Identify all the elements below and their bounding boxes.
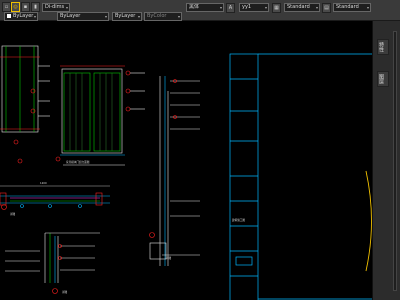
wardrobe-elevation-title: 家具模块门组立面图 [66, 160, 90, 164]
tablestyle-button[interactable]: ▦ [272, 3, 281, 13]
lineweight-select[interactable]: ByLayer ▾ [112, 12, 142, 21]
open-file-button[interactable]: ▪ [21, 2, 30, 12]
model-space-background [0, 21, 372, 300]
textstyle-select[interactable]: Standard ▾ [333, 3, 371, 12]
plotstyle-select[interactable]: ByColor ▾ [144, 12, 182, 21]
right-tool-palette: 特性 图层 [372, 21, 400, 300]
style-icon: ▤ [324, 5, 329, 11]
chevron-down-icon: ▾ [104, 14, 107, 19]
folder-icon: ▪ [23, 4, 28, 10]
plan-dimension-label: 1200 [40, 181, 47, 185]
cad-drawing[interactable]: 家具模块门组立面图 详图 1200 详图 详图 建筑施工图 [0, 21, 372, 300]
drawing-canvas[interactable]: 家具模块门组立面图 详图 1200 详图 详图 建筑施工图 [0, 21, 372, 300]
highlighted-tool-button[interactable]: ◎ [11, 2, 20, 12]
chevron-down-icon: ▾ [137, 14, 140, 19]
font-select[interactable]: 黑体 ▾ [186, 3, 224, 12]
lower-detail-caption: 详图 [62, 290, 68, 294]
color-select[interactable]: ByLayer ▾ [4, 12, 38, 21]
dimstyle-select[interactable]: Di-dims ▾ [42, 3, 70, 12]
chevron-down-icon: ▾ [264, 5, 267, 10]
chevron-down-icon: ▾ [315, 5, 318, 10]
tablestyle-select[interactable]: Standard ▾ [284, 3, 320, 12]
chevron-down-icon: ▾ [366, 5, 369, 10]
table-icon: ▦ [274, 5, 279, 11]
section-caption: 详图 [166, 256, 172, 260]
text-tool-button[interactable]: A [226, 3, 235, 13]
cad-application: ▫ ◎ ▪ ▮ Di-dims ▾ ByLayer ▾ ByLayer ▾ ByLay… [0, 0, 400, 300]
linetype-select[interactable]: ByLayer ▾ [57, 12, 109, 21]
properties-toolbar: ▫ ◎ ▪ ▮ Di-dims ▾ ByLayer ▾ ByLayer ▾ ByLay… [0, 0, 400, 21]
tab-properties[interactable]: 特性 [377, 39, 389, 55]
title-block-caption: 建筑施工图 [232, 218, 245, 222]
chevron-down-icon: ▾ [219, 5, 222, 10]
palette-scrollbar[interactable] [393, 31, 397, 291]
lock-icon: ▮ [34, 4, 37, 10]
new-file-button[interactable]: ▫ [2, 2, 11, 12]
chevron-down-icon: ▾ [65, 5, 68, 10]
tab-layers[interactable]: 图层 [377, 71, 389, 87]
circle-target-icon: ◎ [13, 4, 18, 10]
textstyle-button[interactable]: ▤ [322, 3, 331, 13]
color-swatch-icon [7, 13, 11, 18]
plan-caption: 详图 [10, 212, 16, 216]
scale-select[interactable]: yy1 ▾ [239, 3, 269, 12]
chevron-down-icon: ▾ [177, 14, 180, 19]
file-icon: ▫ [4, 4, 9, 10]
chevron-down-icon: ▾ [33, 14, 36, 19]
lock-button[interactable]: ▮ [31, 2, 40, 12]
text-icon: A [228, 5, 233, 11]
